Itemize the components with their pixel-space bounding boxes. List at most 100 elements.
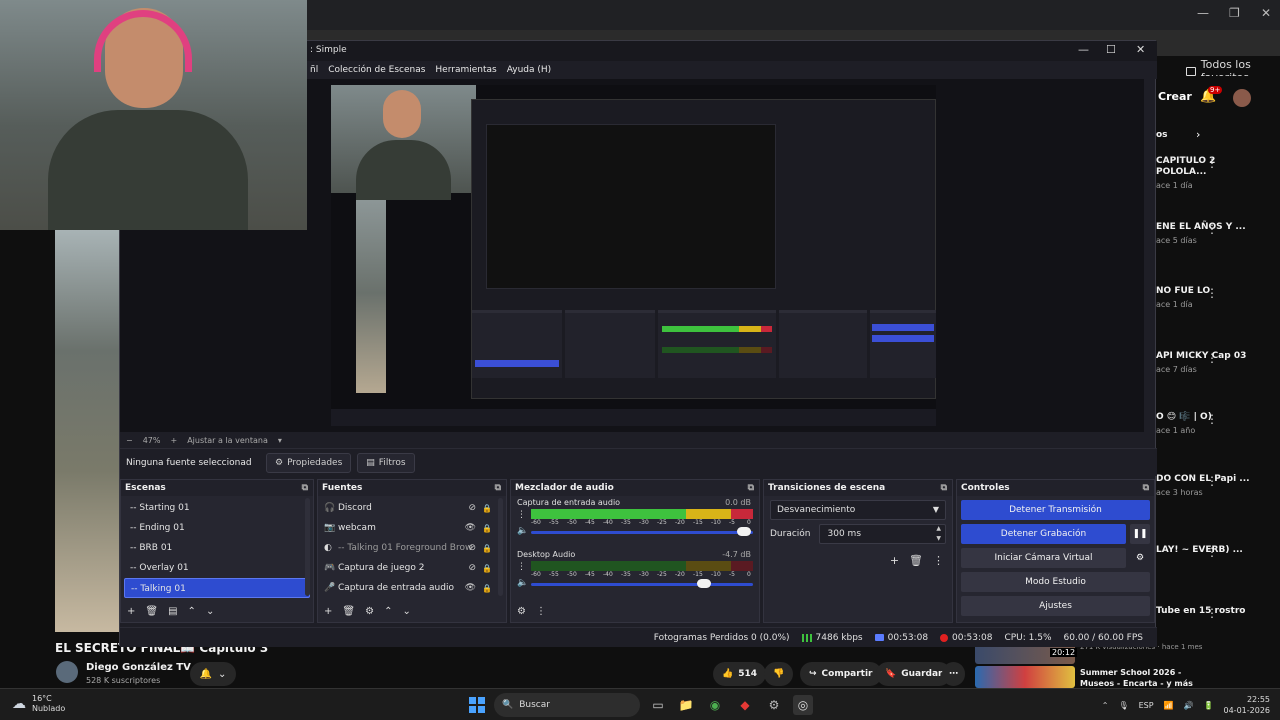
- volume-slider-knob[interactable]: [737, 527, 752, 536]
- like-button[interactable]: 👍 514: [713, 662, 767, 686]
- battery-icon[interactable]: 🔋: [1204, 701, 1214, 710]
- task-view-icon[interactable]: ▭: [648, 695, 668, 715]
- obs-app-icon[interactable]: ◎: [793, 695, 813, 715]
- more-icon[interactable]: ⋮: [1206, 606, 1218, 620]
- scene-item[interactable]: -- Starting 01: [124, 498, 310, 518]
- transition-select[interactable]: Desvanecimiento ▼: [770, 500, 946, 520]
- advanced-audio-icon[interactable]: ⚙: [517, 606, 526, 617]
- create-button[interactable]: Crear: [1158, 90, 1192, 103]
- obs-menu-item[interactable]: Colección de Escenas: [328, 61, 425, 79]
- more-icon[interactable]: ⋮: [1206, 351, 1218, 365]
- channel-name[interactable]: Diego González TV: [86, 662, 191, 673]
- start-virtual-camera-button[interactable]: Iniciar Cámara Virtual: [961, 548, 1126, 568]
- more-icon[interactable]: ⋮: [1206, 474, 1218, 488]
- remove-source-button[interactable]: 🗑: [342, 606, 355, 617]
- eye-off-icon[interactable]: ⊘: [468, 543, 476, 553]
- lock-icon[interactable]: 🔒: [482, 524, 492, 533]
- mixer-menu-icon[interactable]: ⋮: [536, 606, 546, 617]
- undock-icon[interactable]: ⧉: [1143, 480, 1149, 496]
- filters-button[interactable]: ▤ Filtros: [357, 452, 415, 473]
- source-item[interactable]: ◐ -- Talking 01 Foreground Brow ⊘ 🔒: [318, 538, 506, 558]
- obs-menu-item[interactable]: Ayuda (H): [507, 61, 551, 79]
- duration-input[interactable]: 300 ms ▲ ▼: [818, 524, 946, 544]
- eye-off-icon[interactable]: ⊘: [468, 503, 476, 513]
- channel-avatar[interactable]: [56, 661, 78, 683]
- scene-item[interactable]: -- Ending 01: [124, 518, 310, 538]
- undock-icon[interactable]: ⧉: [748, 480, 754, 496]
- sources-scrollbar[interactable]: [498, 498, 503, 596]
- obs-minimize-button[interactable]: —: [1078, 43, 1089, 56]
- spinner-icon[interactable]: ▲ ▼: [936, 524, 941, 544]
- more-icon[interactable]: ⋮: [1206, 222, 1218, 236]
- language-indicator[interactable]: ESP: [1139, 701, 1154, 710]
- eye-icon[interactable]: 👁: [465, 583, 476, 593]
- dislike-button[interactable]: 👎: [764, 662, 794, 686]
- volume-icon[interactable]: 🔊: [1184, 701, 1194, 710]
- preview-canvas[interactable]: [331, 85, 936, 426]
- lock-icon[interactable]: 🔒: [482, 564, 492, 573]
- more-icon[interactable]: ⋮: [1206, 412, 1218, 426]
- undock-icon[interactable]: ⧉: [302, 480, 308, 496]
- track-menu-icon[interactable]: ⋮: [517, 562, 526, 572]
- source-item[interactable]: 🎮 Captura de juego 2 ⊘ 🔒: [318, 558, 506, 578]
- undock-icon[interactable]: ⧉: [495, 480, 501, 496]
- side-video2-title[interactable]: Summer School 2026 - Museos - Encarta - …: [1080, 667, 1200, 689]
- browser-minimize-button[interactable]: —: [1197, 6, 1209, 20]
- settings-app-icon[interactable]: ⚙: [764, 695, 784, 715]
- more-icon[interactable]: ⋮: [1206, 156, 1218, 170]
- speaker-icon[interactable]: 🔈: [517, 526, 528, 536]
- source-settings-button[interactable]: ⚙: [365, 606, 374, 617]
- app-red-icon[interactable]: ◆: [735, 695, 755, 715]
- settings-button[interactable]: Ajustes: [961, 596, 1150, 616]
- chrome-icon[interactable]: ◉: [705, 695, 725, 715]
- side-video2-thumbnail[interactable]: [975, 666, 1075, 688]
- source-item[interactable]: 📷 webcam 👁 🔒: [318, 518, 506, 538]
- eye-icon[interactable]: 👁: [465, 523, 476, 533]
- move-down-button[interactable]: ⌄: [402, 606, 410, 617]
- scene-item[interactable]: -- BRB 01: [124, 538, 310, 558]
- more-actions-button[interactable]: ⋯: [942, 662, 965, 686]
- remove-transition-button[interactable]: 🗑: [909, 554, 923, 567]
- obs-maximize-button[interactable]: ☐: [1106, 43, 1116, 56]
- chevron-right-icon[interactable]: ›: [1196, 128, 1200, 141]
- file-explorer-icon[interactable]: 📁: [676, 695, 696, 715]
- move-up-button[interactable]: ⌃: [188, 606, 196, 617]
- chevron-down-icon[interactable]: ▾: [278, 436, 282, 445]
- windows-start-icon[interactable]: [469, 697, 485, 713]
- clock[interactable]: 22:55 04-01-2026: [1224, 694, 1271, 716]
- stop-stream-button[interactable]: Detener Transmisión: [961, 500, 1150, 520]
- studio-mode-button[interactable]: Modo Estudio: [961, 572, 1150, 592]
- zoom-out-button[interactable]: −: [126, 436, 133, 445]
- volume-slider-track[interactable]: [531, 531, 753, 534]
- undock-icon[interactable]: ⧉: [941, 480, 947, 496]
- remove-scene-button[interactable]: 🗑: [145, 606, 158, 617]
- scenes-scrollbar[interactable]: [305, 498, 310, 596]
- account-avatar[interactable]: [1233, 89, 1251, 107]
- obs-menu-item[interactable]: ñl: [310, 61, 318, 79]
- more-icon[interactable]: ⋮: [1206, 286, 1218, 300]
- gear-icon[interactable]: ⚙: [1130, 548, 1150, 568]
- volume-slider-track[interactable]: [531, 583, 753, 586]
- save-button[interactable]: 🔖 Guardar: [876, 662, 952, 686]
- more-icon[interactable]: ⋮: [1206, 545, 1218, 559]
- add-scene-button[interactable]: +: [127, 606, 135, 617]
- scene-item[interactable]: -- Overlay 01: [124, 558, 310, 578]
- zoom-in-button[interactable]: +: [170, 436, 177, 445]
- browser-close-button[interactable]: ✕: [1261, 6, 1271, 20]
- volume-slider-knob[interactable]: [697, 579, 712, 588]
- obs-menu-item[interactable]: Herramientas: [435, 61, 496, 79]
- weather-widget[interactable]: ☁ 16°C Nublado: [12, 694, 65, 714]
- transition-menu-icon[interactable]: ⋮: [933, 554, 944, 567]
- wifi-icon[interactable]: 📶: [1164, 701, 1174, 710]
- browser-maximize-button[interactable]: ❐: [1229, 6, 1240, 20]
- add-source-button[interactable]: +: [324, 606, 332, 617]
- microphone-icon[interactable]: 🎙: [1118, 701, 1128, 710]
- recommend-chip[interactable]: os: [1156, 130, 1168, 140]
- source-item[interactable]: 🎤 Captura de entrada audio 👁 🔒: [318, 578, 506, 598]
- track-menu-icon[interactable]: ⋮: [517, 510, 526, 520]
- speaker-icon[interactable]: 🔈: [517, 578, 528, 588]
- pause-icon[interactable]: ❚❚: [1130, 524, 1150, 544]
- properties-button[interactable]: ⚙ Propiedades: [266, 452, 352, 473]
- subscription-bell-button[interactable]: 🔔 ⌄: [190, 662, 236, 686]
- lock-icon[interactable]: 🔒: [482, 544, 492, 553]
